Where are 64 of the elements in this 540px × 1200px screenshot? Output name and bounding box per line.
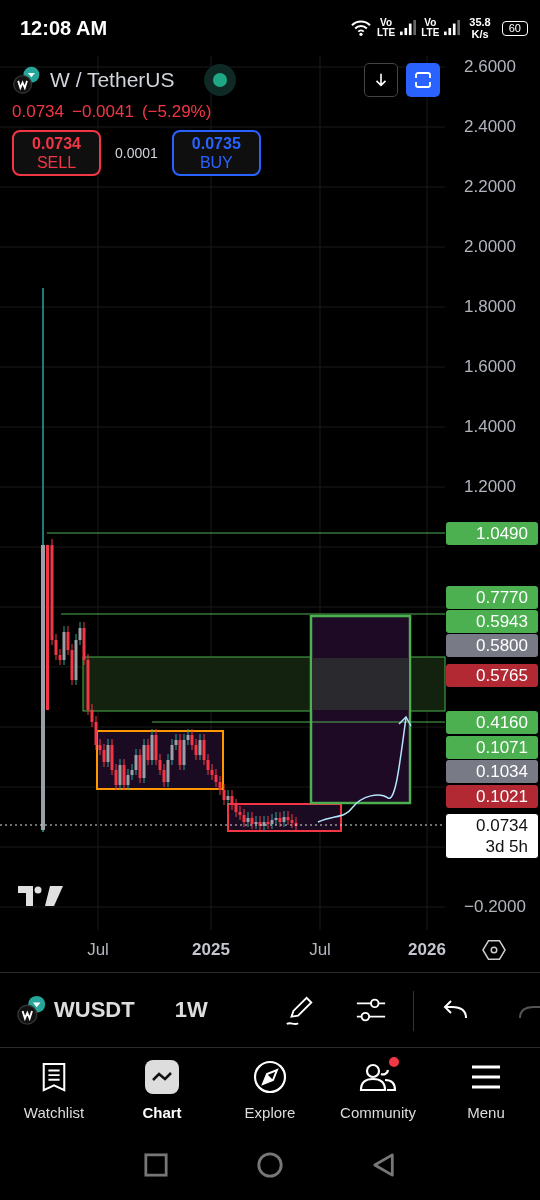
symbol-title[interactable]: W / TetherUS <box>50 68 175 92</box>
settings-icon[interactable] <box>482 938 506 962</box>
nav-tab[interactable]: Chart <box>108 1048 216 1134</box>
compass-icon <box>253 1060 287 1094</box>
price-tag: 0.4160 <box>446 710 538 734</box>
price-axis-label: 1.6000 <box>464 357 516 377</box>
nav-tab[interactable]: Explore <box>216 1048 324 1134</box>
price-change: −0.0041 <box>72 102 134 122</box>
download-button[interactable] <box>364 63 398 97</box>
data-speed-unit: K/s <box>471 28 489 40</box>
network-label: Vo <box>424 18 437 28</box>
time-axis-label: 2025 <box>192 940 230 960</box>
bookmark-list-icon <box>40 1061 68 1093</box>
price-tag: 0.5800 <box>446 633 538 657</box>
symbol-selector[interactable]: WUSDT <box>54 997 135 1023</box>
fullscreen-icon <box>413 70 433 90</box>
price-tag: 0.5765 <box>446 663 538 687</box>
network-label: LTE <box>421 28 440 38</box>
network-label: LTE <box>377 28 396 38</box>
sell-button[interactable]: 0.0734 SELL <box>12 130 101 176</box>
time-axis-label: Jul <box>309 940 331 960</box>
time-axis-label: Jul <box>87 940 109 960</box>
spread-value: 0.0001 <box>115 145 158 161</box>
back-icon[interactable] <box>372 1152 396 1178</box>
nav-tab[interactable]: Watchlist <box>0 1048 108 1134</box>
status-dot-icon <box>204 64 237 96</box>
menu-icon <box>471 1063 501 1091</box>
nav-tab[interactable]: Menu <box>432 1048 540 1134</box>
wifi-icon <box>350 19 372 37</box>
bar-countdown: 3d 5h <box>485 836 528 857</box>
signal-icon <box>444 20 461 36</box>
price-axis-label: 2.4000 <box>464 117 516 137</box>
recent-apps-icon[interactable] <box>144 1153 168 1177</box>
price-axis-label: −0.2000 <box>464 897 526 917</box>
price-change-percent: (−5.29%) <box>141 102 212 122</box>
price-axis-label: 1.2000 <box>464 477 516 497</box>
price-axis-label: 1.8000 <box>464 297 516 317</box>
price-axis-label: 2.6000 <box>464 57 516 77</box>
logo-icon <box>18 886 63 906</box>
battery-indicator: 60 <box>501 20 528 36</box>
price-tag: 0.1071 <box>446 735 538 759</box>
data-speed: 35.8 <box>469 16 491 28</box>
fullscreen-button[interactable] <box>406 63 440 97</box>
price-tag: 1.0490 <box>446 521 538 545</box>
nav-tab[interactable]: Community <box>324 1048 432 1134</box>
price-axis-label: 1.4000 <box>464 417 516 437</box>
price-tag: 0.1021 <box>446 784 538 808</box>
coin-icon <box>16 994 48 1026</box>
price-axis-label: 2.2000 <box>464 177 516 197</box>
price-axis-label: 2.0000 <box>464 237 516 257</box>
signal-icon <box>400 20 417 36</box>
pencil-icon[interactable] <box>284 994 316 1026</box>
price-tag: 0.7770 <box>446 585 538 609</box>
buy-button[interactable]: 0.0735 BUY <box>171 130 261 176</box>
chart-icon <box>145 1060 179 1094</box>
price-tag: 0.5943 <box>446 609 538 633</box>
current-price: 0.0734 <box>476 815 528 836</box>
time-axis-label: 2026 <box>408 940 446 960</box>
network-label: Vo <box>380 18 393 28</box>
home-icon[interactable] <box>256 1151 284 1179</box>
clock: 12:08 AM <box>20 16 109 40</box>
interval-selector[interactable]: 1W <box>174 997 208 1023</box>
price-tag: 0.1034 <box>446 759 538 783</box>
last-price: 0.0734 <box>12 102 64 122</box>
